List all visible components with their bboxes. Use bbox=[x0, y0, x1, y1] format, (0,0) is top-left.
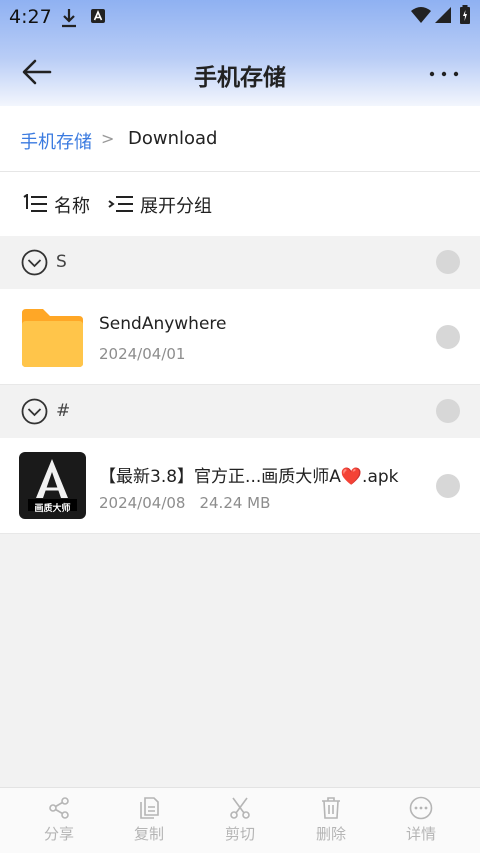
sort-label: 名称 bbox=[54, 196, 90, 217]
expand-list-icon bbox=[108, 196, 133, 212]
delete-button[interactable]: 删除 bbox=[286, 796, 376, 844]
battery-icon bbox=[459, 5, 471, 29]
group-label: S bbox=[56, 252, 67, 272]
app-a-icon bbox=[90, 8, 106, 28]
status-bar: 4:27 bbox=[0, 0, 480, 34]
expand-groups-button[interactable]: 展开分组 bbox=[108, 192, 212, 218]
bottom-action-bar: 分享 复制 剪切 删除 详情 bbox=[0, 787, 480, 853]
group-label: # bbox=[56, 401, 71, 421]
share-label: 分享 bbox=[43, 825, 74, 843]
download-icon bbox=[60, 8, 78, 32]
group-header-hash[interactable]: # bbox=[0, 385, 480, 438]
more-horizontal-icon bbox=[429, 71, 459, 77]
file-size: 24.24 MB bbox=[199, 494, 271, 512]
cut-button[interactable]: 剪切 bbox=[195, 796, 285, 844]
expand-label: 展开分组 bbox=[140, 196, 212, 217]
file-name: 【最新3.8】官方正...画质大师A❤️.apk bbox=[99, 467, 399, 487]
apk-icon-text: 画质大师 bbox=[34, 504, 71, 514]
breadcrumb-separator: > bbox=[101, 129, 115, 148]
breadcrumb: 手机存储 > Download bbox=[0, 106, 480, 172]
chevron-down-icon[interactable] bbox=[21, 249, 48, 280]
group-select-radio[interactable] bbox=[436, 399, 460, 423]
list-item[interactable]: SendAnywhere 2024/04/01 bbox=[0, 289, 480, 385]
chevron-down-icon[interactable] bbox=[21, 398, 48, 429]
file-date: 2024/04/01 bbox=[99, 345, 186, 363]
delete-label: 删除 bbox=[315, 825, 346, 843]
more-button[interactable] bbox=[428, 62, 460, 86]
share-button[interactable]: 分享 bbox=[14, 796, 104, 844]
cut-label: 剪切 bbox=[224, 825, 255, 843]
file-meta: 2024/04/08 24.24 MB bbox=[99, 494, 270, 512]
sort-by-name-button[interactable]: 名称 bbox=[22, 192, 90, 218]
signal-icon bbox=[434, 6, 452, 28]
details-icon bbox=[409, 796, 433, 820]
file-name: SendAnywhere bbox=[99, 314, 227, 334]
page-title: 手机存储 bbox=[194, 65, 286, 91]
scissors-icon bbox=[230, 797, 250, 819]
file-date: 2024/04/08 bbox=[99, 494, 186, 512]
copy-icon bbox=[140, 797, 159, 819]
details-button[interactable]: 详情 bbox=[376, 796, 466, 844]
trash-icon bbox=[322, 797, 340, 819]
apk-app-icon: 画质大师 bbox=[19, 452, 86, 519]
share-icon bbox=[49, 797, 69, 819]
breadcrumb-root[interactable]: 手机存储 bbox=[20, 128, 92, 154]
copy-label: 复制 bbox=[133, 825, 164, 843]
list-item[interactable]: 画质大师 【最新3.8】官方正...画质大师A❤️.apk 2024/04/08… bbox=[0, 438, 480, 534]
item-select-radio[interactable] bbox=[436, 474, 460, 498]
folder-icon bbox=[22, 309, 83, 367]
sort-list-icon bbox=[23, 193, 47, 212]
file-meta: 2024/04/01 bbox=[99, 345, 185, 363]
copy-button[interactable]: 复制 bbox=[104, 796, 194, 844]
group-header-s[interactable]: S bbox=[0, 236, 480, 289]
item-select-radio[interactable] bbox=[436, 325, 460, 349]
group-select-radio[interactable] bbox=[436, 250, 460, 274]
wifi-icon bbox=[410, 6, 432, 28]
details-label: 详情 bbox=[405, 825, 436, 843]
top-header: 4:27 手机存储 bbox=[0, 0, 480, 106]
breadcrumb-current[interactable]: Download bbox=[128, 128, 217, 149]
status-time: 4:27 bbox=[9, 6, 52, 28]
sort-toolbar: 名称 展开分组 bbox=[0, 172, 480, 236]
